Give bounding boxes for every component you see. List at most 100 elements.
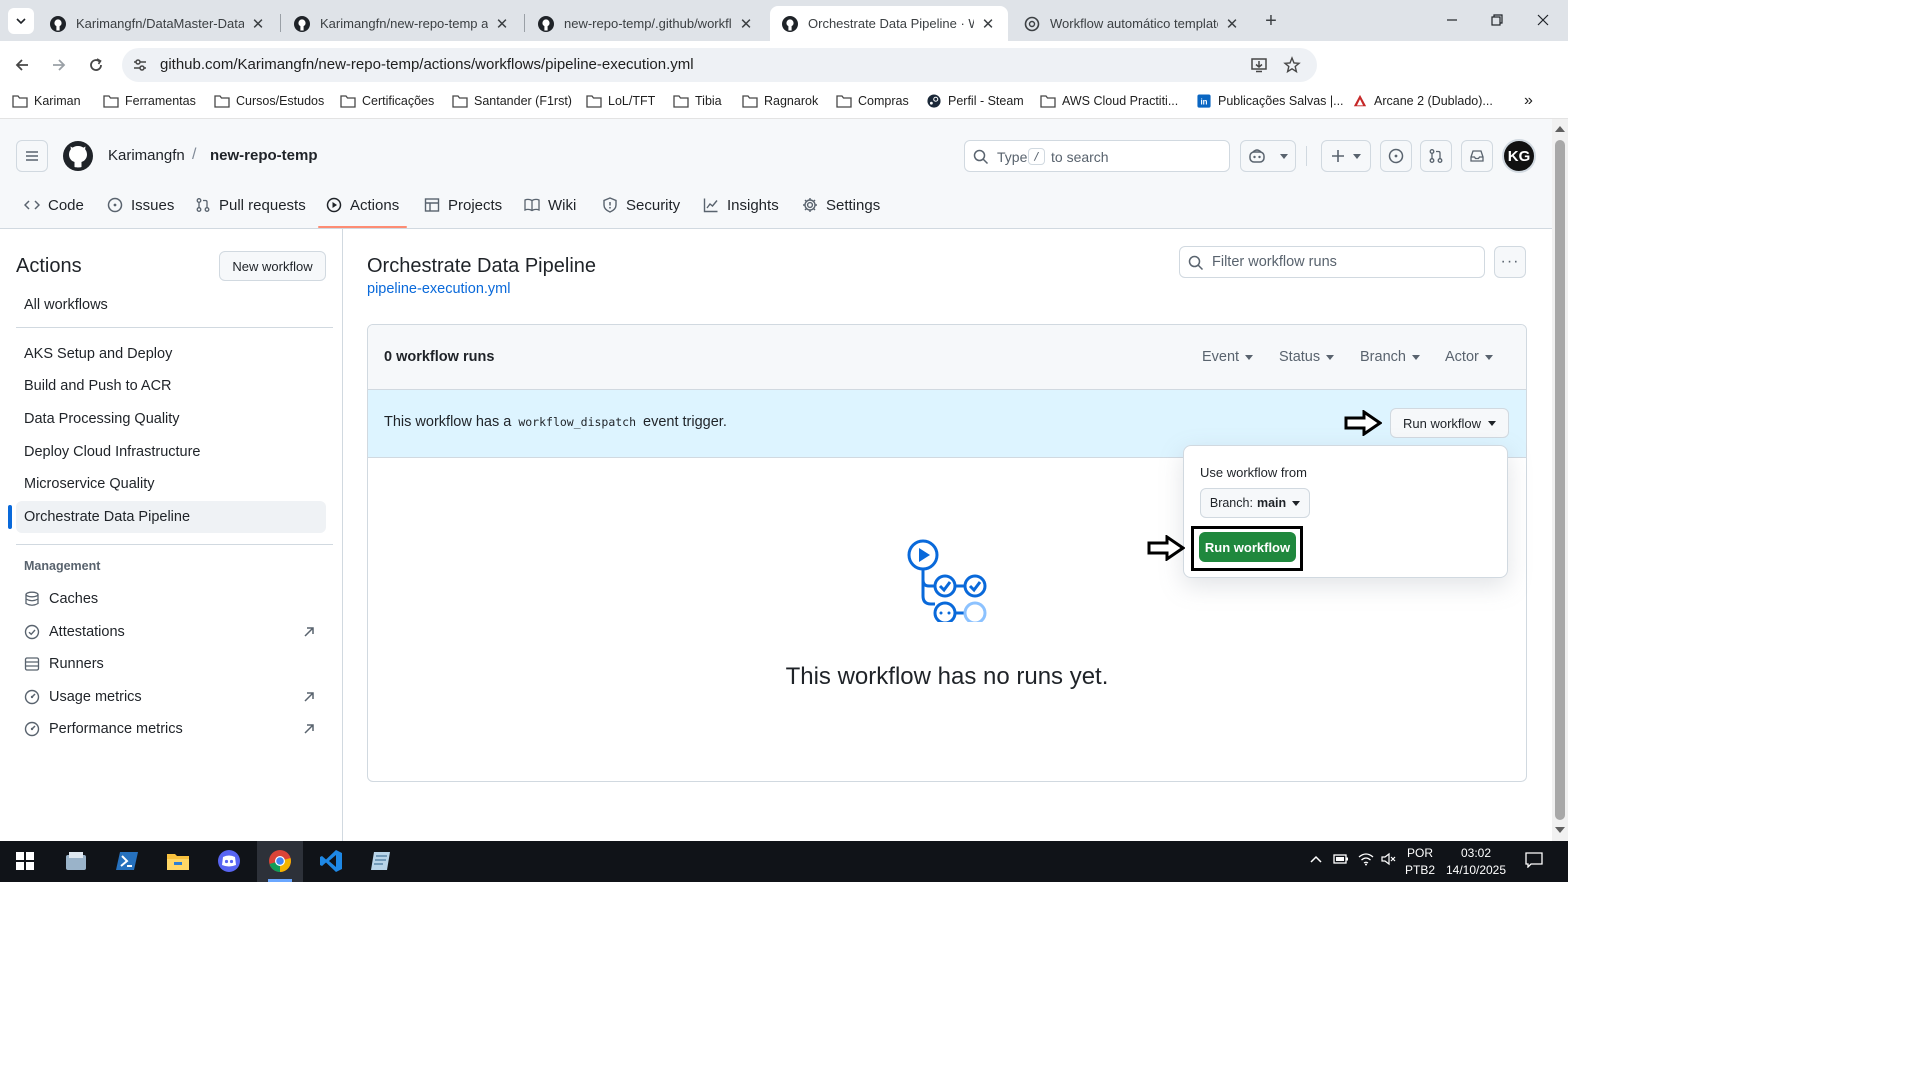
new-tab-button[interactable]: + bbox=[1259, 9, 1283, 33]
filter-event-dropdown[interactable]: Event bbox=[1202, 349, 1254, 365]
tab-wiki[interactable]: Wiki bbox=[516, 185, 584, 225]
browser-tab[interactable]: Karimangfn/DataMaster-DataEr ✕ bbox=[38, 6, 278, 41]
tab-code[interactable]: Code bbox=[16, 185, 92, 225]
create-new-button[interactable] bbox=[1321, 140, 1371, 172]
chevron-up-icon[interactable] bbox=[1309, 852, 1323, 869]
input-language-indicator[interactable]: POR PTB2 bbox=[1400, 845, 1440, 879]
tab-issues[interactable]: Issues bbox=[99, 185, 182, 225]
browser-tab[interactable]: new-repo-temp/.github/workfl ✕ bbox=[526, 6, 766, 41]
menu-button[interactable] bbox=[16, 140, 48, 172]
tab-actions[interactable]: Actions bbox=[318, 185, 407, 225]
app-icon-notepad[interactable] bbox=[63, 848, 89, 874]
repo-owner-link[interactable]: Karimangfn bbox=[108, 147, 185, 164]
app-icon-notes[interactable] bbox=[368, 848, 394, 874]
bookmark-folder[interactable]: AWS Cloud Practiti... bbox=[1040, 94, 1178, 108]
tab-search-button[interactable] bbox=[8, 8, 34, 34]
sidebar-item-performance-metrics[interactable]: Performance metrics bbox=[16, 713, 326, 745]
repo-name-link[interactable]: new-repo-temp bbox=[210, 147, 318, 164]
tab-insights[interactable]: Insights bbox=[695, 185, 787, 225]
run-workflow-button[interactable]: Run workflow bbox=[1199, 532, 1296, 562]
browser-tab-active[interactable]: Orchestrate Data Pipeline · Wor ✕ bbox=[770, 6, 1008, 41]
bookmark-star-icon[interactable] bbox=[1283, 56, 1301, 74]
tab-settings[interactable]: Settings bbox=[794, 185, 888, 225]
browser-tab[interactable]: Workflow automático template ✕ bbox=[1012, 6, 1252, 41]
run-workflow-dropdown-button[interactable]: Run workflow bbox=[1390, 408, 1509, 438]
scrollbar-thumb[interactable] bbox=[1555, 140, 1565, 820]
volume-muted-icon[interactable] bbox=[1381, 852, 1397, 869]
tab-security[interactable]: Security bbox=[594, 185, 688, 225]
filter-workflow-runs-input[interactable]: Filter workflow runs bbox=[1179, 246, 1485, 278]
search-input[interactable]: Type / to search bbox=[964, 140, 1230, 172]
github-logo-icon[interactable] bbox=[62, 140, 94, 172]
sidebar-item-workflow-selected[interactable]: Orchestrate Data Pipeline bbox=[16, 501, 326, 533]
sidebar-item-usage-metrics[interactable]: Usage metrics bbox=[16, 681, 326, 713]
back-icon[interactable] bbox=[8, 51, 36, 79]
close-icon[interactable]: ✕ bbox=[250, 15, 266, 33]
bookmark-folder[interactable]: Kariman bbox=[12, 94, 81, 108]
sidebar-item-all-workflows[interactable]: All workflows bbox=[16, 289, 326, 321]
copilot-button[interactable] bbox=[1240, 140, 1296, 172]
forward-icon[interactable] bbox=[45, 51, 73, 79]
close-icon[interactable]: ✕ bbox=[980, 15, 996, 33]
close-icon[interactable]: ✕ bbox=[494, 15, 510, 33]
more-options-button[interactable]: ··· bbox=[1494, 246, 1526, 278]
bookmark-folder[interactable]: Ragnarok bbox=[742, 94, 818, 108]
tab-pull-requests[interactable]: Pull requests bbox=[187, 185, 314, 225]
filter-actor-dropdown[interactable]: Actor bbox=[1445, 349, 1493, 365]
close-icon[interactable]: ✕ bbox=[1224, 15, 1240, 33]
new-workflow-button[interactable]: New workflow bbox=[219, 251, 326, 281]
pull-requests-button[interactable] bbox=[1420, 140, 1452, 172]
discord-icon[interactable] bbox=[216, 848, 242, 874]
tab-projects[interactable]: Projects bbox=[416, 185, 510, 225]
sidebar-item-caches[interactable]: Caches bbox=[16, 583, 326, 615]
sidebar-item-workflow[interactable]: Deploy Cloud Infrastructure bbox=[16, 436, 326, 468]
filter-branch-dropdown[interactable]: Branch bbox=[1360, 349, 1420, 365]
site-info-icon[interactable] bbox=[132, 57, 148, 73]
window-close-icon[interactable] bbox=[1531, 8, 1555, 32]
sidebar-item-workflow[interactable]: Microservice Quality bbox=[16, 468, 326, 500]
file-explorer-icon[interactable] bbox=[165, 848, 191, 874]
bookmark-folder[interactable]: LoL/TFT bbox=[586, 94, 655, 108]
vscode-icon[interactable] bbox=[318, 848, 344, 874]
sidebar-item-workflow[interactable]: AKS Setup and Deploy bbox=[16, 338, 326, 370]
sidebar-item-workflow[interactable]: Build and Push to ACR bbox=[16, 370, 326, 402]
wifi-icon[interactable] bbox=[1358, 852, 1374, 869]
close-icon[interactable]: ✕ bbox=[738, 15, 754, 33]
bookmark-folder[interactable]: Cursos/Estudos bbox=[214, 94, 324, 108]
scroll-up-icon[interactable] bbox=[1555, 126, 1565, 132]
chrome-icon[interactable] bbox=[267, 848, 293, 874]
bookmark-folder[interactable]: Tibia bbox=[673, 94, 722, 108]
workflow-file-link[interactable]: pipeline-execution.yml bbox=[367, 281, 510, 297]
bookmark-folder[interactable]: Santander (F1rst) bbox=[452, 94, 572, 108]
page-scrollbar[interactable] bbox=[1552, 119, 1568, 841]
bookmarks-overflow-button[interactable]: » bbox=[1524, 92, 1533, 110]
reload-icon[interactable] bbox=[82, 51, 110, 79]
branch-select-button[interactable]: Branch: main bbox=[1200, 488, 1310, 518]
bookmark-link[interactable]: in Publicações Salvas |... bbox=[1196, 94, 1344, 108]
install-app-icon[interactable] bbox=[1250, 56, 1268, 74]
powershell-icon[interactable] bbox=[114, 848, 140, 874]
restore-icon[interactable] bbox=[1485, 8, 1509, 32]
sidebar-item-runners[interactable]: Runners bbox=[16, 648, 326, 680]
inbox-button[interactable] bbox=[1461, 140, 1493, 172]
clock[interactable]: 03:02 14/10/2025 bbox=[1436, 845, 1516, 879]
bookmark-folder[interactable]: Compras bbox=[836, 94, 909, 108]
battery-icon[interactable] bbox=[1333, 852, 1349, 869]
sidebar-item-attestations[interactable]: Attestations bbox=[16, 616, 326, 648]
bookmark-link[interactable]: Perfil - Steam bbox=[926, 94, 1024, 108]
filter-status-dropdown[interactable]: Status bbox=[1279, 349, 1335, 365]
address-bar[interactable]: github.com/Karimangfn/new-repo-temp/acti… bbox=[122, 48, 1317, 82]
bookmark-link[interactable]: Arcane 2 (Dublado)... bbox=[1352, 94, 1493, 108]
chevron-down-icon bbox=[16, 18, 26, 25]
github-header: Karimangfn / new-repo-temp Type / to sea… bbox=[0, 119, 1552, 229]
bookmark-folder[interactable]: Ferramentas bbox=[103, 94, 196, 108]
user-avatar[interactable]: KG bbox=[1502, 139, 1536, 173]
sidebar-item-workflow[interactable]: Data Processing Quality bbox=[16, 403, 326, 435]
minimize-icon[interactable] bbox=[1440, 8, 1464, 32]
browser-tab[interactable]: Karimangfn/new-repo-temp at ✕ bbox=[282, 6, 522, 41]
windows-start-icon[interactable] bbox=[12, 848, 38, 874]
bookmark-folder[interactable]: Certificações bbox=[340, 94, 434, 108]
scroll-down-icon[interactable] bbox=[1555, 827, 1565, 833]
notification-icon[interactable] bbox=[1525, 852, 1543, 871]
issues-button[interactable] bbox=[1380, 140, 1412, 172]
